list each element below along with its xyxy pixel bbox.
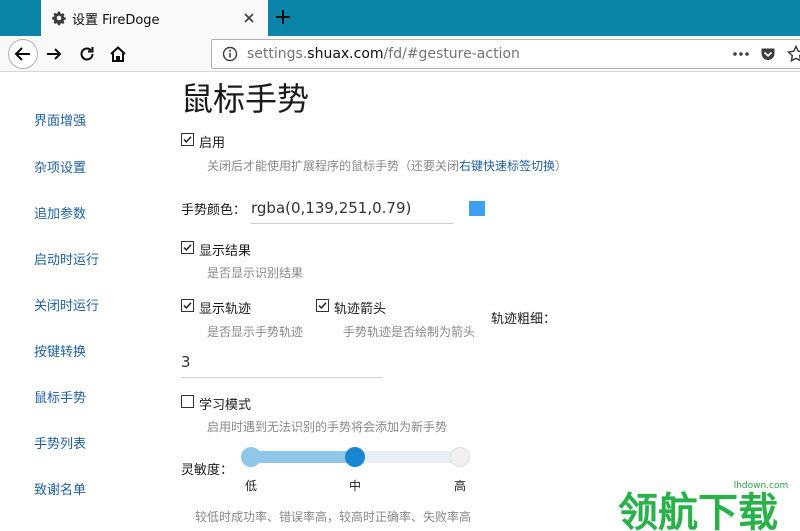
sensitivity-stop-high[interactable] [450,447,470,467]
url-suffix: /fd/#gesture-action [383,46,520,62]
info-icon[interactable] [222,46,238,62]
trail-arrow-label[interactable]: 轨迹箭头 [334,298,386,317]
close-icon[interactable] [241,10,257,26]
tab-title: 设置 FireDoge [72,13,160,28]
tab-strip: 设置 FireDoge [0,0,800,36]
gear-icon [51,10,67,26]
learn-mode-label[interactable]: 学习模式 [199,394,251,413]
page-title: 鼠标手势 [181,80,310,118]
more-icon[interactable] [731,46,751,62]
sidebar-item-credits[interactable]: 致谢名单 [34,479,86,498]
bookmark-star-icon[interactable] [786,44,800,63]
learn-mode-hint: 启用时遇到无法识别的手势将会添加为新手势 [207,420,448,434]
enable-hint-end: ） [555,159,568,173]
tab-switch-link[interactable]: 右键快速标签切换 [459,159,555,173]
sidebar-item-extra-args[interactable]: 追加参数 [34,203,86,222]
enable-checkbox[interactable] [181,133,194,146]
enable-hint-text: 关闭后才能使用扩展程序的鼠标手势（还要关闭 [207,159,460,173]
trail-width-input[interactable]: 3 [181,353,383,378]
new-tab-button[interactable] [274,8,292,26]
color-swatch[interactable] [469,201,485,216]
forward-button[interactable] [44,44,64,64]
checkmark-icon [183,244,192,251]
reload-icon [80,47,94,61]
pocket-icon[interactable] [760,46,776,62]
sidebar-item-run-on-close[interactable]: 关闭时运行 [34,295,99,314]
sensitivity-stop-low[interactable] [241,447,261,467]
enable-hint: 关闭后才能使用扩展程序的鼠标手势（还要关闭右键快速标签切换） [207,157,567,174]
trail-width-label: 轨迹粗细： [491,312,557,327]
sidebar-item-run-on-start[interactable]: 启动时运行 [34,249,99,268]
trail-arrow-checkbox[interactable] [316,299,329,312]
sensitivity-tick-mid: 中 [349,479,362,493]
show-trail-hint: 是否显示手势轨迹 [207,325,304,339]
checkmark-icon [183,136,192,143]
watermark-logo: lhdown.com 领航下载 [612,478,800,531]
show-trail-label[interactable]: 显示轨迹 [199,298,251,317]
home-icon [110,46,126,62]
show-result-hint: 是否显示识别结果 [207,266,304,280]
back-button[interactable] [8,39,38,69]
show-result-checkbox[interactable] [181,241,194,254]
home-button[interactable] [108,44,128,64]
svg-text:领航下载: 领航下载 [618,490,778,531]
checkmark-icon [318,302,327,309]
url-text[interactable]: settings.shuax.com/fd/#gesture-action [247,46,520,62]
learn-mode-checkbox[interactable] [181,395,194,408]
checkmark-icon [183,302,192,309]
url-prefix: settings. [247,46,308,62]
sidebar-item-key-remap[interactable]: 按键转换 [34,341,86,360]
navigation-bar: settings.shuax.com/fd/#gesture-action [0,36,800,72]
show-trail-checkbox[interactable] [181,299,194,312]
sidebar-item-mouse-gesture[interactable]: 鼠标手势 [34,387,86,406]
sensitivity-tick-high: 高 [454,479,467,493]
url-host: shuax.com [307,46,384,62]
reload-button[interactable] [77,44,97,64]
tab-settings[interactable]: 设置 FireDoge [41,0,268,36]
arrow-left-icon [14,47,30,61]
sensitivity-slider-fill [251,451,355,463]
sensitivity-stop-mid[interactable] [345,447,365,467]
sensitivity-label: 灵敏度： [181,463,234,478]
sidebar-item-ui-enhance[interactable]: 界面增强 [34,110,86,129]
sidebar-item-gesture-list[interactable]: 手势列表 [34,433,86,452]
enable-label[interactable]: 启用 [199,132,225,151]
trail-arrow-hint: 手势轨迹是否绘制为箭头 [343,325,476,339]
sensitivity-hint: 较低时成功率、错误率高，较高时正确率、失败率高 [195,510,472,524]
sidebar-item-misc[interactable]: 杂项设置 [34,157,86,176]
gesture-color-label: 手势颜色： [181,203,247,218]
show-result-label[interactable]: 显示结果 [199,240,251,259]
arrow-right-icon [47,48,62,60]
url-bar[interactable]: settings.shuax.com/fd/#gesture-action [211,39,800,69]
gesture-color-input[interactable]: rgba(0,139,251,0.79) [251,199,453,224]
sensitivity-tick-low: 低 [245,479,258,493]
